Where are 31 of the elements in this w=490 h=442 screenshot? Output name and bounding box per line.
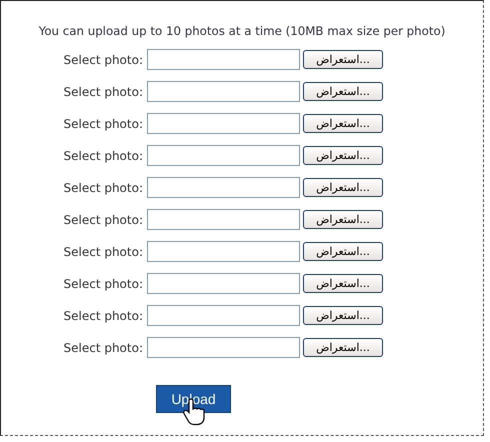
browse-button[interactable]: استعراض... (303, 242, 383, 261)
field-label: Select photo: (62, 308, 143, 322)
file-path-field[interactable] (147, 49, 300, 70)
field-label: Select photo: (62, 244, 143, 258)
field-label: Select photo: (62, 212, 143, 226)
field-label: Select photo: (62, 148, 143, 162)
field-label: Select photo: (62, 340, 143, 354)
browse-button[interactable]: استعراض... (303, 146, 383, 165)
file-path-field[interactable] (147, 337, 300, 358)
field-label: Select photo: (62, 52, 143, 66)
field-label: Select photo: (62, 276, 143, 290)
field-label: Select photo: (62, 84, 143, 98)
file-path-field[interactable] (147, 209, 300, 230)
browse-button[interactable]: استعراض... (303, 338, 383, 357)
browse-button[interactable]: استعراض... (303, 306, 383, 325)
file-path-field[interactable] (147, 113, 300, 134)
browse-button[interactable]: استعراض... (303, 178, 383, 197)
file-path-field[interactable] (147, 273, 300, 294)
file-path-field[interactable] (147, 241, 300, 262)
file-path-field[interactable] (147, 177, 300, 198)
field-label: Select photo: (62, 180, 143, 194)
browse-button[interactable]: استعراض... (303, 114, 383, 133)
browse-button[interactable]: استعراض... (303, 274, 383, 293)
browse-button[interactable]: استعراض... (303, 50, 383, 69)
file-path-field[interactable] (147, 81, 300, 102)
browse-button[interactable]: استعراض... (303, 210, 383, 229)
upload-instructions: You can upload up to 10 photos at a time (10MB max size per photo) (38, 24, 446, 38)
file-path-field[interactable] (147, 305, 300, 326)
browse-button[interactable]: استعراض... (303, 82, 383, 101)
file-path-field[interactable] (147, 145, 300, 166)
field-label: Select photo: (62, 116, 143, 130)
